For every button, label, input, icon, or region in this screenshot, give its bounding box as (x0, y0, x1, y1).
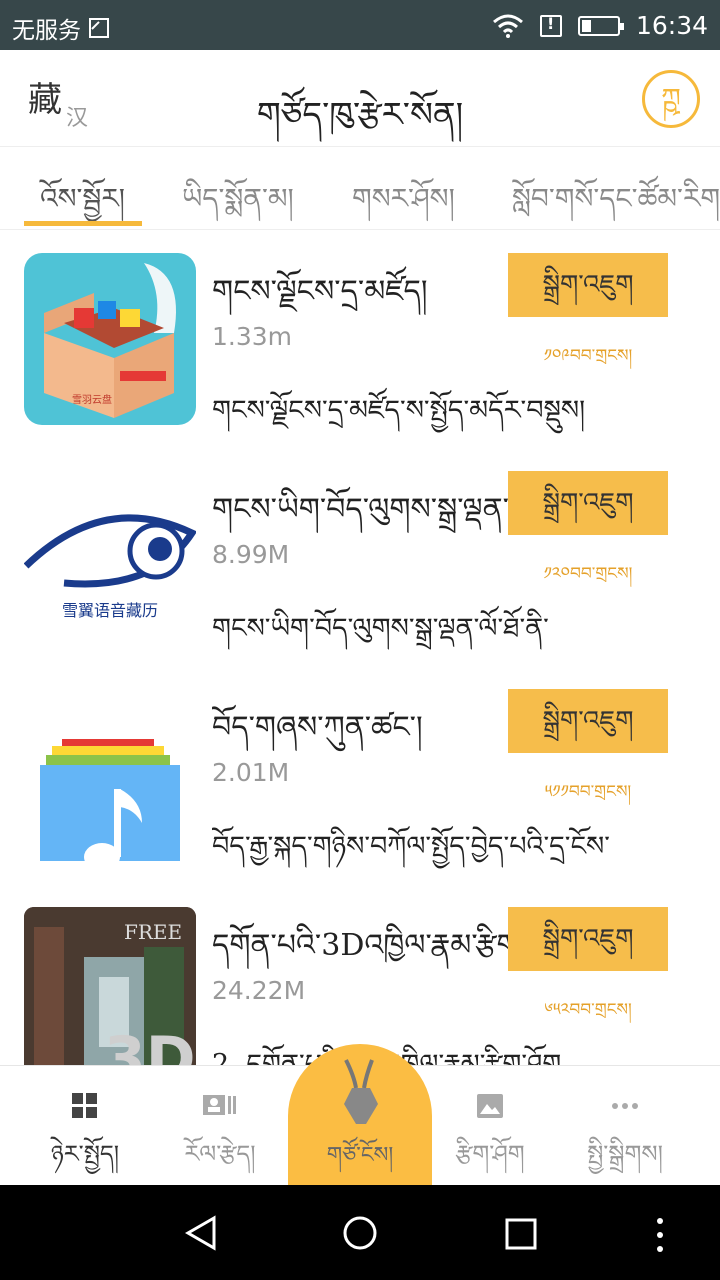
app-size: 1.33m (212, 322, 293, 351)
nav-entertainment[interactable]: རོལ་རྩེད། (155, 1066, 285, 1186)
list-item[interactable]: 雪翼语音藏历 གངས་ཡིག་བོད་ལུགས་སྒྲ་ལྡན་ལོ་ཐོ། 8… (0, 448, 720, 666)
app-header: 藏 汉 གཙོད་ཁུ་རྩེར་སོན། ཀྵ (0, 50, 720, 147)
download-count: ༡༢༠བབ་གྲངས། (543, 564, 633, 584)
music-note-icon (40, 739, 180, 861)
grid-icon (72, 1093, 97, 1118)
status-right: 16:34 (492, 11, 708, 40)
app-description: གངས་ཡིག་བོད་ལུགས་སྒྲ་ལྡན་ལོ་ཐོ་ནི་ (212, 613, 549, 644)
nav-label: གཙོ་ངོས། (326, 1143, 394, 1168)
list-item[interactable]: FREE 3D དགོན་པའི་3Dའཁྱིལ་རྣམ་རྩིག 24.22M… (0, 884, 720, 1065)
more-icon (612, 1103, 638, 1109)
battery-icon (577, 15, 624, 36)
tab-newest[interactable]: གསར་ཤོས། (352, 167, 455, 229)
app-icon-songs (24, 689, 196, 861)
back-icon[interactable] (184, 1215, 220, 1251)
active-tab-indicator (24, 221, 142, 226)
box-brand-text: 雪羽云盘 (72, 393, 112, 406)
app-icon-3d-temple: FREE 3D (24, 907, 196, 1065)
install-button[interactable]: སྒྲིག་འཇུག (508, 689, 668, 753)
no-sim-icon (89, 18, 109, 38)
app-size: 24.22M (212, 976, 306, 1005)
install-button[interactable]: སྒྲིག་འཇུག (508, 471, 668, 535)
list-item[interactable]: བོད་གཞས་ཀུན་ཚང་། 2.01M བོད་རྒྱ་སྐད་གཉིས་… (0, 666, 720, 884)
system-nav-bar (0, 1185, 720, 1280)
app-size: 8.99M (212, 540, 290, 569)
id-card-icon (203, 1095, 236, 1115)
cardboard-box-icon: 雪羽云盘 (44, 263, 176, 418)
status-left: 无服务 (12, 11, 109, 45)
wifi-icon (492, 14, 523, 38)
tab-education[interactable]: སློབ་གསོ་དང་ཚོམ་རིག (512, 167, 720, 229)
download-count: ༥༡༡བབ་གྲངས། (544, 782, 632, 802)
app-icon-cloud-disk: 雪羽云盘 (24, 253, 196, 425)
tibetan-logo-icon[interactable]: ཀྵ (642, 70, 700, 128)
eye-logo-icon: 雪翼语音藏历 (24, 514, 196, 620)
install-button[interactable]: སྒྲིག་འཇུག (508, 253, 668, 317)
app-size: 2.01M (212, 758, 290, 787)
download-count: ༦༥༢བབ་གྲངས། (544, 1000, 632, 1020)
3d-logo-text: 3D (104, 1024, 196, 1065)
recents-icon[interactable] (504, 1217, 538, 1251)
app-list: 雪羽云盘 གངས་ལྗོངས་དྲ་མཛོད། 1.33m གངས་ལྗོངས་… (0, 230, 720, 1065)
tab-favorites[interactable]: ཡིད་སྨོན་མ། (182, 167, 294, 229)
status-time: 16:34 (635, 11, 708, 40)
free-badge-text: FREE (124, 920, 182, 944)
app-description: བོད་རྒྱ་སྐད་གཉིས་བཀོལ་སྤྱོད་བྱེད་པའི་དྲ་… (212, 831, 610, 862)
download-count: ༡༠༩བབ་གྲངས། (543, 346, 633, 366)
category-tabs: འོས་སྦྱོར། ཡིད་སྨོན་མ། གསར་ཤོས། སློབ་གསོ… (0, 147, 720, 230)
nav-home-button[interactable]: གཙོ་ངོས། (288, 1044, 432, 1185)
app-icon-calendar: 雪翼语音藏历 (24, 471, 196, 643)
menu-dots-icon[interactable] (650, 1215, 670, 1255)
calendar-brand-text: 雪翼语音藏历 (62, 601, 158, 620)
carrier-text: 无服务 (12, 18, 81, 44)
status-bar: 无服务 16:34 (0, 0, 720, 50)
install-button[interactable]: སྒྲིག་འཇུག (508, 907, 668, 971)
home-icon[interactable] (342, 1215, 378, 1251)
image-icon (477, 1094, 503, 1118)
app-description: གངས་ལྗོངས་དྲ་མཛོད་ས་སྤྱོད་མདོར་བསྡུས། (212, 395, 586, 426)
antelope-icon (344, 1059, 378, 1124)
nav-gallery[interactable]: རྩིག་ཤོག (425, 1066, 555, 1186)
sim-alert-icon (539, 14, 562, 37)
app-description: 2. དགོན་པའི་3Dའཁྱིལ་རྣམ་རྩིག་ཤོག (212, 1049, 562, 1065)
list-item[interactable]: 雪羽云盘 གངས་ལྗོངས་དྲ་མཛོད། 1.33m གངས་ལྗོངས་… (0, 230, 720, 448)
temple-scene-icon: FREE 3D (24, 907, 196, 1065)
nav-apps[interactable]: ཉེར་སྤྱོད། (20, 1066, 150, 1186)
nav-settings[interactable]: སྤྱི་སྒྲིགས། (560, 1066, 690, 1186)
